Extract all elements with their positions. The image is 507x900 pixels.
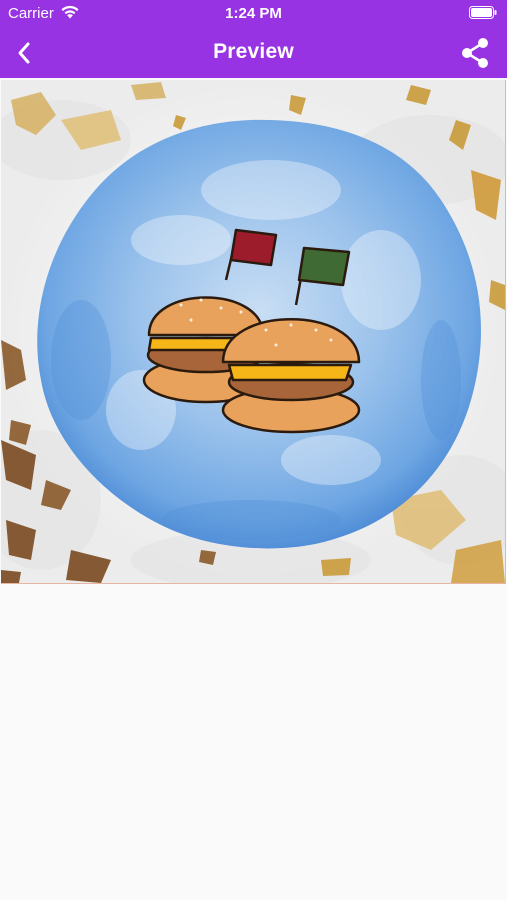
burger-logo-artwork <box>1 80 505 583</box>
battery-icon <box>469 6 497 19</box>
top-bar: Carrier 1:24 PM Preview <box>0 0 507 78</box>
status-time: 1:24 PM <box>225 5 282 22</box>
share-icon <box>462 38 488 68</box>
page-title: Preview <box>213 40 294 63</box>
preview-screen: Carrier 1:24 PM Preview <box>0 0 507 900</box>
preview-image <box>1 80 506 584</box>
share-button[interactable] <box>455 33 495 73</box>
status-bar: Carrier 1:24 PM <box>0 0 507 28</box>
navigation-bar: Preview <box>0 28 507 78</box>
